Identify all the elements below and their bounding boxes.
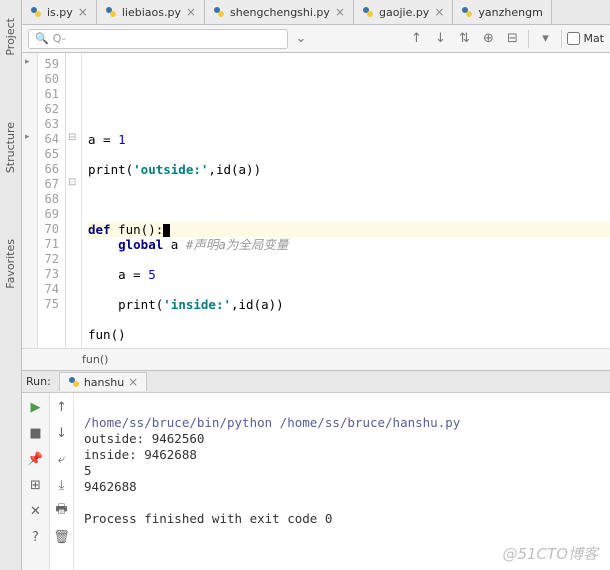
line-number: 62💡 [38, 102, 59, 117]
fold-gutter: ⊟ ⊡ [66, 53, 82, 348]
match-case-input[interactable] [567, 32, 580, 45]
line-number: 67 [38, 177, 59, 192]
line-number: 74 [38, 282, 59, 297]
editor-tabs: is.py × liebiaos.py × shengchengshi.py ×… [22, 0, 610, 25]
tab-gaojie[interactable]: gaojie.py × [354, 0, 453, 24]
line-number: 64 [38, 132, 59, 147]
tab-label: liebiaos.py [122, 6, 181, 19]
next-occurrence-icon[interactable]: ↓ [429, 28, 451, 50]
tab-label: is.py [47, 6, 73, 19]
left-sidebar: Project Structure Favorites [0, 0, 22, 570]
tab-label: shengchengshi.py [230, 6, 330, 19]
print-icon[interactable]: 🖶 [52, 501, 72, 521]
history-icon[interactable]: ⌄ [290, 28, 312, 50]
editor-body: ▸ ▸ 59606162💡63646566676869707172737475 … [22, 53, 610, 348]
close-icon[interactable]: × [78, 5, 88, 19]
pin-icon[interactable]: 📌 [26, 449, 46, 469]
stop-icon[interactable]: ■ [26, 423, 46, 443]
run-header: Run: hanshu × [22, 371, 610, 393]
select-all-icon[interactable]: ⇅ [453, 28, 475, 50]
trash-icon[interactable]: 🗑 [52, 527, 72, 547]
python-icon [105, 6, 117, 18]
close-panel-icon[interactable]: ✕ [26, 501, 46, 521]
tab-yanzhengm[interactable]: yanzhengm [453, 0, 551, 24]
search-toolbar: 🔍 Q- ⌄ ↑ ↓ ⇅ ⊕ ⊟ ▾ Mat [22, 25, 610, 53]
up-icon[interactable]: ↑ [52, 397, 72, 417]
add-selection-icon[interactable]: ⊕ [477, 28, 499, 50]
tab-label: yanzhengm [478, 6, 542, 19]
match-case-checkbox[interactable]: Mat [567, 32, 604, 45]
run-panel: Run: hanshu × ▶ ■ 📌 ⊞ ✕ ? ↑ ↓ [22, 370, 610, 570]
console-output[interactable]: /home/ss/bruce/bin/python /home/ss/bruce… [74, 393, 610, 570]
line-number: 72 [38, 252, 59, 267]
breadcrumb[interactable]: fun() [22, 348, 610, 370]
cursor [163, 224, 170, 237]
remove-selection-icon[interactable]: ⊟ [501, 28, 523, 50]
line-number: 65 [38, 147, 59, 162]
scroll-icon[interactable]: ⤓ [52, 475, 72, 495]
layout-icon[interactable]: ⊞ [26, 475, 46, 495]
run-controls-secondary: ↑ ↓ ⤶ ⤓ 🖶 🗑 [50, 393, 74, 570]
tab-label: gaojie.py [379, 6, 429, 19]
line-number: 70 [38, 222, 59, 237]
prev-occurrence-icon[interactable]: ↑ [405, 28, 427, 50]
run-label: Run: [26, 375, 51, 388]
down-icon[interactable]: ↓ [52, 423, 72, 443]
tab-shengchengshi[interactable]: shengchengshi.py × [205, 0, 354, 24]
close-icon[interactable]: × [434, 5, 444, 19]
python-icon [30, 6, 42, 18]
close-icon[interactable]: × [335, 5, 345, 19]
close-icon[interactable]: × [128, 375, 138, 389]
help-icon[interactable]: ? [26, 527, 46, 547]
search-placeholder: Q- [53, 32, 66, 45]
filter-icon[interactable]: ▾ [534, 28, 556, 50]
line-number: 71 [38, 237, 59, 252]
line-number: 66 [38, 162, 59, 177]
line-number: 69 [38, 207, 59, 222]
sidebar-tab-project[interactable]: Project [2, 10, 19, 64]
fold-strip: ▸ ▸ [22, 53, 38, 348]
line-number: 59 [38, 57, 59, 72]
close-icon[interactable]: × [186, 5, 196, 19]
fold-arrow-icon[interactable]: ▸ [25, 132, 30, 142]
line-number: 61 [38, 87, 59, 102]
sidebar-tab-structure[interactable]: Structure [2, 114, 19, 181]
line-number: 75 [38, 297, 59, 312]
python-icon [213, 6, 225, 18]
line-number: 68 [38, 192, 59, 207]
tab-liebiaos[interactable]: liebiaos.py × [97, 0, 205, 24]
search-input[interactable]: 🔍 Q- [28, 29, 288, 49]
python-icon [461, 6, 473, 18]
match-case-label: Mat [583, 32, 604, 45]
fold-arrow-icon[interactable]: ▸ [25, 57, 30, 67]
python-icon [68, 376, 80, 388]
wrap-icon[interactable]: ⤶ [52, 449, 72, 469]
line-number: 63 [38, 117, 59, 132]
breadcrumb-text: fun() [82, 353, 108, 366]
run-tab[interactable]: hanshu × [59, 372, 147, 391]
rerun-icon[interactable]: ▶ [26, 397, 46, 417]
gutter: 59606162💡63646566676869707172737475 [38, 53, 66, 348]
line-number: 73 [38, 267, 59, 282]
run-controls: ▶ ■ 📌 ⊞ ✕ ? [22, 393, 50, 570]
code-area[interactable]: a = 1 print('outside:',id(a)) def fun():… [82, 53, 610, 348]
line-number: 60 [38, 72, 59, 87]
tab-is[interactable]: is.py × [22, 0, 97, 24]
sidebar-tab-favorites[interactable]: Favorites [2, 231, 19, 297]
fold-minus-icon[interactable]: ⊟ [68, 132, 76, 143]
python-icon [362, 6, 374, 18]
search-icon: 🔍 [35, 32, 49, 45]
run-tab-label: hanshu [84, 376, 124, 389]
fold-close-icon[interactable]: ⊡ [68, 177, 76, 188]
